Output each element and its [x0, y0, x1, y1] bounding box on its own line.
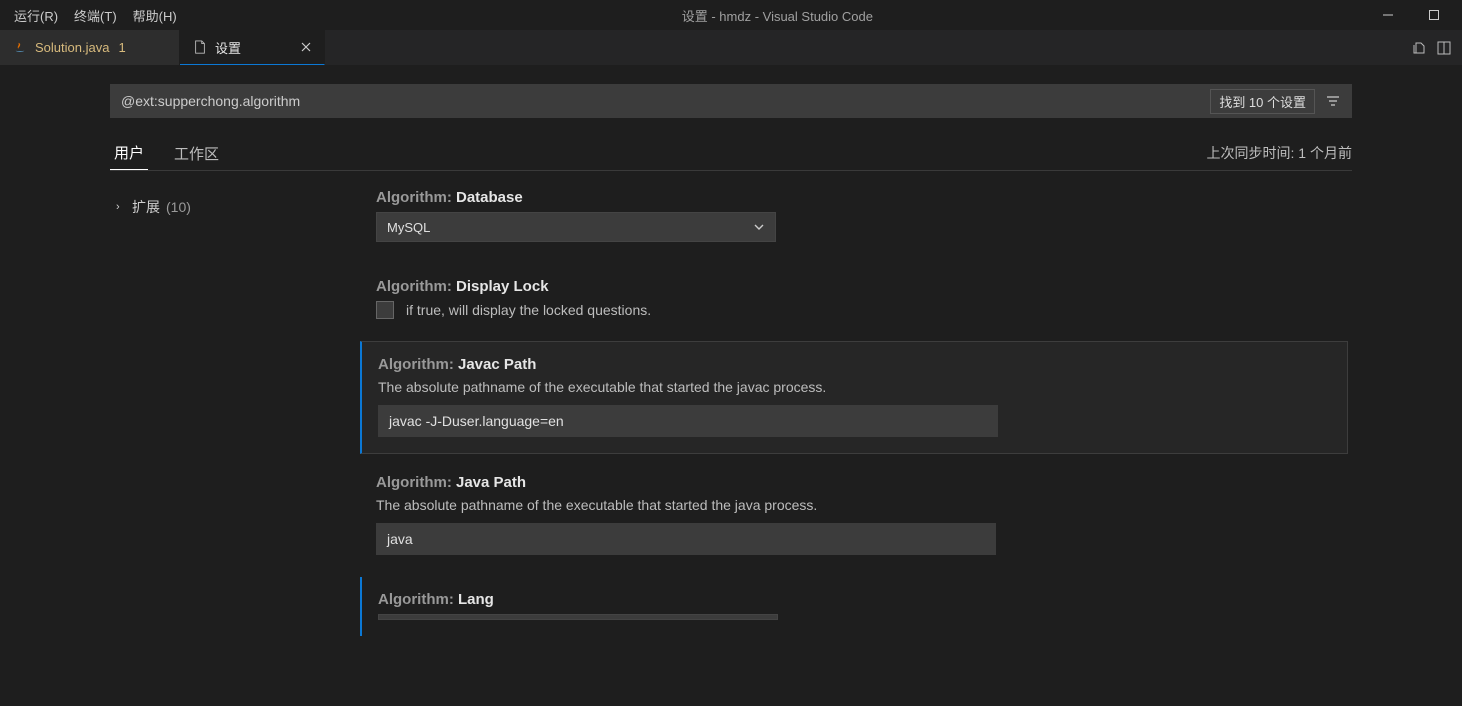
- setting-algorithm-javac-path: Algorithm: Javac Path The absolute pathn…: [360, 341, 1348, 454]
- setting-key: Java Path: [456, 474, 526, 491]
- settings-scope-tabs: 用户 工作区 上次同步时间: 1 个月前: [110, 136, 1352, 171]
- setting-description: if true, will display the locked questio…: [406, 302, 651, 318]
- dirty-badge: 1: [118, 40, 125, 55]
- settings-editor: 找到 10 个设置 用户 工作区 上次同步时间: 1 个月前 › 扩展 (10)…: [0, 66, 1462, 706]
- menu-run[interactable]: 运行(R): [6, 2, 66, 29]
- setting-category: Algorithm:: [378, 591, 458, 608]
- toc-label: 扩展: [132, 197, 160, 217]
- display-lock-checkbox[interactable]: [376, 301, 394, 319]
- setting-category: Algorithm:: [378, 356, 458, 373]
- setting-key: Javac Path: [458, 356, 536, 373]
- settings-file-icon: [192, 39, 208, 55]
- setting-category: Algorithm:: [376, 189, 456, 206]
- javac-path-input[interactable]: javac -J-Duser.language=en: [378, 405, 998, 437]
- setting-key: Database: [456, 189, 523, 206]
- scope-tab-workspace[interactable]: 工作区: [170, 137, 223, 170]
- menu-bar: 运行(R) 终端(T) 帮助(H): [0, 2, 185, 29]
- settings-body: › 扩展 (10) Algorithm: Database MySQL: [110, 183, 1352, 706]
- setting-title: Algorithm: Display Lock: [376, 278, 1332, 295]
- tab-settings[interactable]: 设置: [180, 30, 325, 65]
- java-path-input[interactable]: java: [376, 523, 996, 555]
- editor-tabs: Solution.java 1 设置: [0, 30, 1462, 66]
- window-controls: [1370, 0, 1462, 30]
- settings-list[interactable]: Algorithm: Database MySQL Algorithm: Dis…: [360, 183, 1352, 706]
- toc-item-extensions[interactable]: › 扩展 (10): [110, 193, 360, 221]
- setting-algorithm-database: Algorithm: Database MySQL: [360, 183, 1348, 258]
- maximize-icon[interactable]: [1416, 0, 1452, 30]
- setting-title: Algorithm: Javac Path: [378, 356, 1331, 373]
- menu-help[interactable]: 帮助(H): [125, 2, 185, 29]
- setting-description: The absolute pathname of the executable …: [378, 379, 1331, 395]
- input-value: java: [387, 531, 413, 547]
- setting-key: Display Lock: [456, 278, 549, 295]
- settings-toc: › 扩展 (10): [110, 183, 360, 706]
- chevron-down-icon: [753, 221, 765, 233]
- sync-status[interactable]: 上次同步时间: 1 个月前: [1207, 143, 1352, 163]
- search-results-count: 找到 10 个设置: [1210, 89, 1315, 114]
- split-editor-icon[interactable]: [1436, 40, 1452, 56]
- tab-label: Solution.java: [35, 40, 109, 55]
- setting-category: Algorithm:: [376, 474, 456, 491]
- setting-key: Lang: [458, 591, 494, 608]
- open-changes-icon[interactable]: [1412, 40, 1428, 56]
- setting-description: The absolute pathname of the executable …: [376, 497, 1332, 513]
- tab-label: 设置: [215, 38, 241, 57]
- select-value: MySQL: [387, 220, 430, 235]
- setting-title: Algorithm: Lang: [378, 591, 1332, 608]
- toc-count: (10): [166, 199, 191, 215]
- settings-search[interactable]: 找到 10 个设置: [110, 84, 1352, 118]
- titlebar: 运行(R) 终端(T) 帮助(H) 设置 - hmdz - Visual Stu…: [0, 0, 1462, 30]
- menu-terminal[interactable]: 终端(T): [66, 2, 125, 29]
- scope-tab-user[interactable]: 用户: [110, 136, 148, 170]
- setting-title: Algorithm: Java Path: [376, 474, 1332, 491]
- window-title: 设置 - hmdz - Visual Studio Code: [185, 6, 1370, 25]
- tab-solution-java[interactable]: Solution.java 1: [0, 30, 180, 65]
- lang-select[interactable]: [378, 614, 778, 620]
- input-value: javac -J-Duser.language=en: [389, 413, 564, 429]
- chevron-right-icon: ›: [116, 201, 126, 213]
- java-file-icon: [12, 40, 28, 56]
- setting-algorithm-lang: Algorithm: Lang: [360, 577, 1348, 636]
- close-icon[interactable]: [300, 41, 312, 53]
- setting-title: Algorithm: Database: [376, 189, 1332, 206]
- setting-algorithm-display-lock: Algorithm: Display Lock if true, will di…: [360, 264, 1348, 335]
- editor-actions: [1412, 30, 1462, 65]
- settings-search-input[interactable]: [121, 93, 1202, 109]
- setting-algorithm-java-path: Algorithm: Java Path The absolute pathna…: [360, 460, 1348, 571]
- filter-icon[interactable]: [1325, 93, 1341, 109]
- database-select[interactable]: MySQL: [376, 212, 776, 242]
- minimize-icon[interactable]: [1370, 0, 1406, 30]
- setting-category: Algorithm:: [376, 278, 456, 295]
